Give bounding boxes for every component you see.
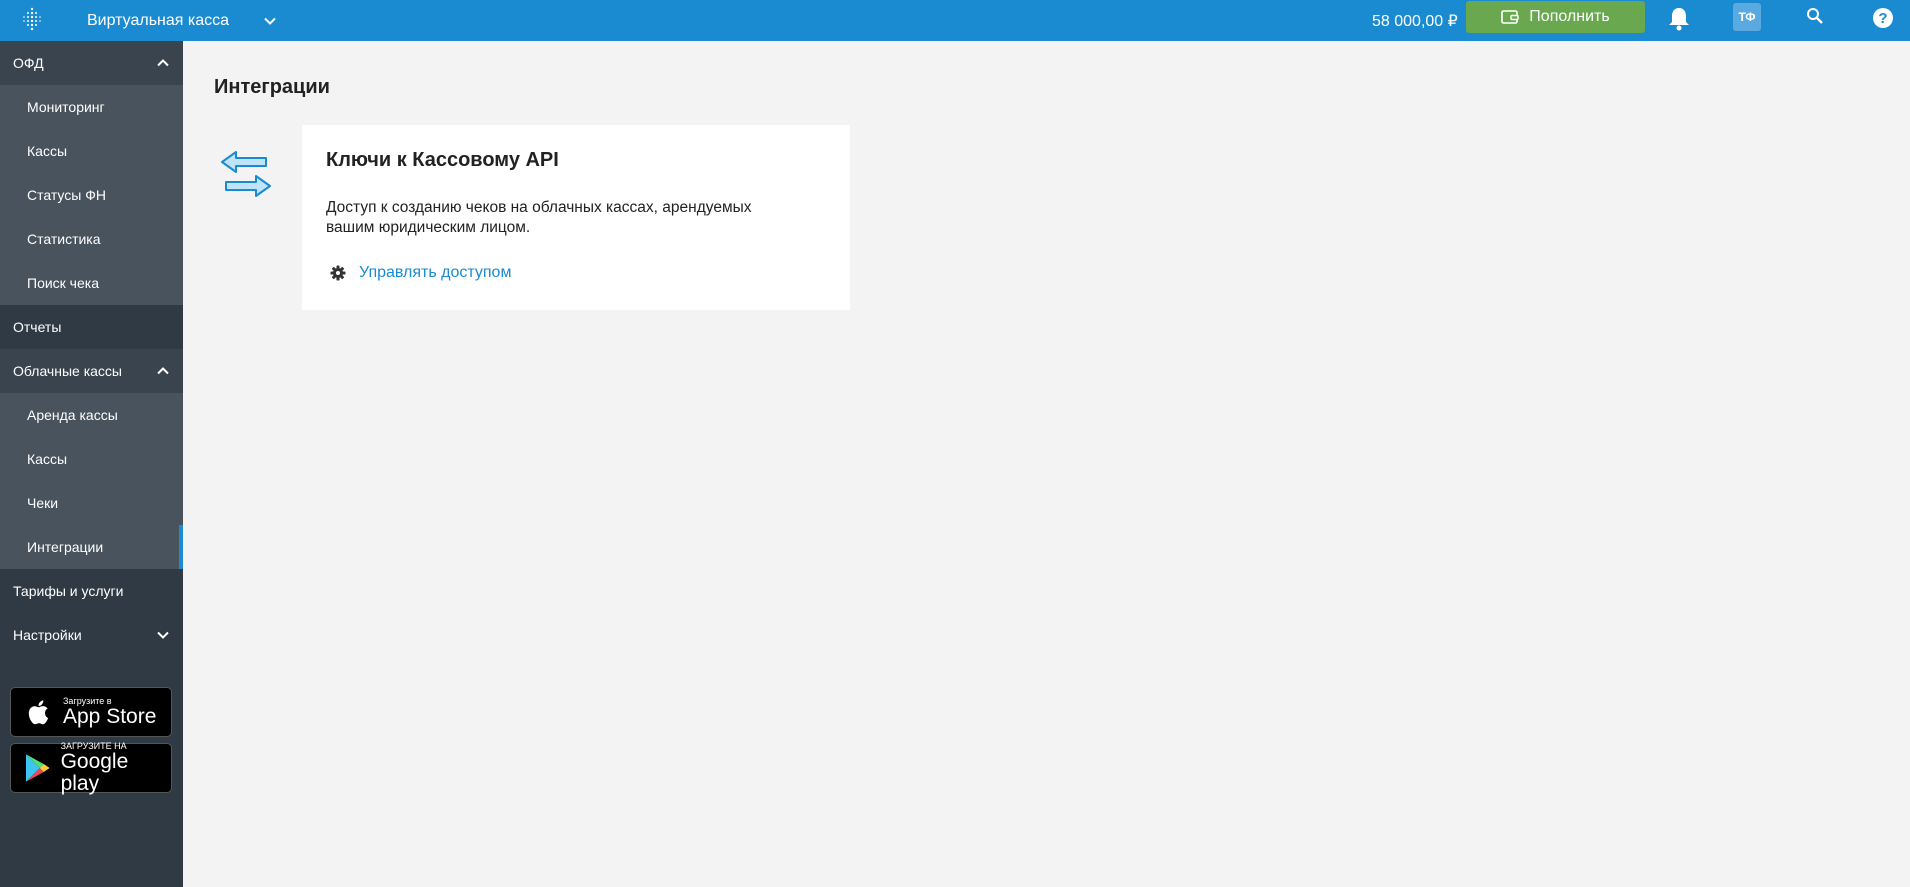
google-play-big-text: Google play	[60, 750, 129, 795]
chevron-up-icon	[157, 367, 169, 375]
apple-icon	[28, 700, 49, 725]
sidebar-item-integrations[interactable]: Интеграции	[0, 525, 183, 569]
card-title: Ключи к Кассовому API	[326, 149, 559, 171]
sidebar-item-label: Тарифы и услуги	[13, 583, 124, 599]
app-store-badge[interactable]: Загрузите в App Store	[10, 687, 172, 737]
manage-access-label: Управлять доступом	[359, 264, 512, 281]
card-description: Доступ к созданию чеков на облачных касс…	[326, 199, 752, 236]
sidebar-item-fn-status[interactable]: Статусы ФН	[0, 173, 183, 217]
search-icon[interactable]	[1806, 7, 1824, 25]
avatar[interactable]: ТФ	[1733, 3, 1761, 31]
sidebar-submenu-ofd: Мониторинг Кассы Статусы ФН Статистика П…	[0, 85, 183, 305]
topup-button[interactable]: Пополнить	[1466, 1, 1645, 33]
page-title: Интеграции	[214, 76, 330, 98]
sidebar-group-label: ОФД	[13, 55, 44, 71]
chevron-down-icon	[157, 631, 169, 639]
help-icon[interactable]: ?	[1873, 8, 1893, 28]
chevron-up-icon	[157, 59, 169, 67]
app-store-big-text: App Store	[63, 705, 157, 728]
sidebar-group-label: Облачные кассы	[13, 363, 122, 379]
sidebar-item-receipts[interactable]: Чеки	[0, 481, 183, 525]
manage-access-link[interactable]: Управлять доступом	[330, 264, 511, 282]
bell-icon[interactable]	[1667, 6, 1691, 32]
sidebar-group-settings[interactable]: Настройки	[0, 613, 183, 657]
exchange-arrows-icon	[221, 151, 271, 197]
sidebar-item-statistics[interactable]: Статистика	[0, 217, 183, 261]
app-name: Виртуальная касса	[87, 11, 230, 29]
balance-amount: 58 000,00 ₽	[1372, 12, 1458, 30]
topup-label: Пополнить	[1529, 8, 1610, 25]
app-switcher[interactable]: Виртуальная касса	[87, 0, 277, 41]
sidebar-item-label: Отчеты	[13, 319, 62, 335]
sidebar-item-receipt-search[interactable]: Поиск чека	[0, 261, 183, 305]
gear-icon	[330, 265, 346, 281]
google-play-icon	[25, 754, 50, 782]
sidebar-item-reports[interactable]: Отчеты	[0, 305, 183, 349]
google-play-badge[interactable]: ЗАГРУЗИТЕ НА Google play	[10, 741, 172, 795]
sidebar-item-tariffs[interactable]: Тарифы и услуги	[0, 569, 183, 613]
api-keys-card: Ключи к Кассовому API Доступ к созданию …	[302, 125, 850, 310]
wallet-icon	[1501, 10, 1519, 24]
sidebar-item-cloud-registers[interactable]: Кассы	[0, 437, 183, 481]
sidebar-group-cloud[interactable]: Облачные кассы	[0, 349, 183, 393]
sidebar-group-label: Настройки	[13, 627, 82, 643]
chevron-down-icon	[264, 17, 276, 25]
app-logo-icon[interactable]	[20, 5, 44, 35]
sidebar-item-registers[interactable]: Кассы	[0, 129, 183, 173]
sidebar-submenu-cloud: Аренда кассы Кассы Чеки Интеграции	[0, 393, 183, 569]
sidebar-group-ofd[interactable]: ОФД	[0, 41, 183, 85]
sidebar-item-monitoring[interactable]: Мониторинг	[0, 85, 183, 129]
top-bar: Виртуальная касса 58 000,00 ₽ Пополнить …	[0, 0, 1910, 41]
sidebar: ОФД Мониторинг Кассы Статусы ФН Статисти…	[0, 41, 183, 887]
sidebar-item-rent[interactable]: Аренда кассы	[0, 393, 183, 437]
